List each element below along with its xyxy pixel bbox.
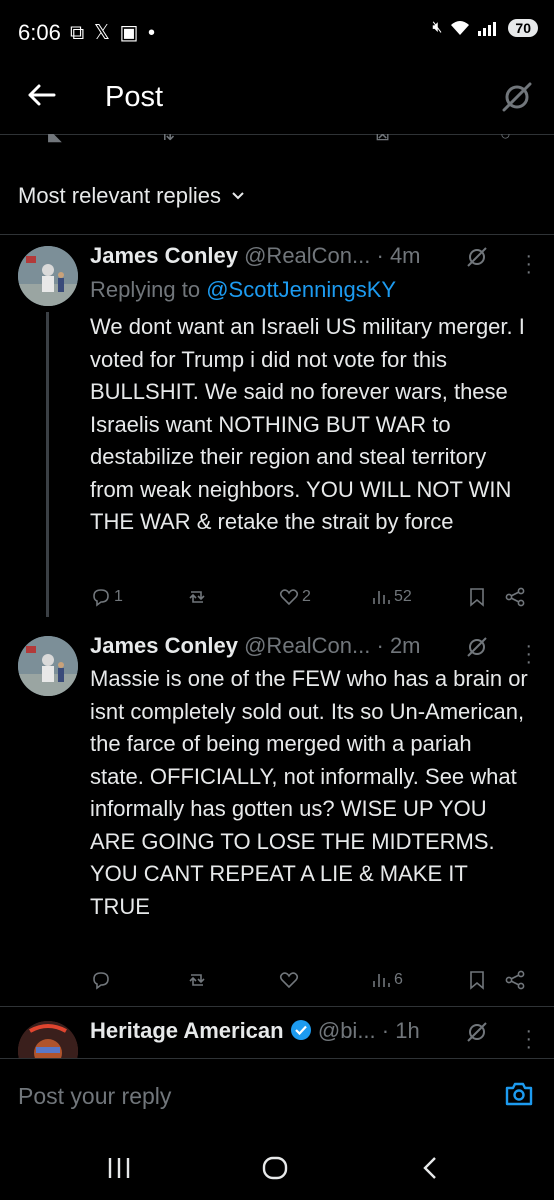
post-time: · 4m bbox=[376, 243, 421, 268]
reply-composer[interactable]: Post your reply bbox=[0, 1058, 554, 1139]
heart-icon bbox=[279, 589, 299, 606]
share-icon[interactable]: ○ bbox=[500, 134, 511, 145]
home-icon[interactable] bbox=[262, 1156, 288, 1180]
avatar-image bbox=[18, 636, 78, 696]
like-button[interactable]: 2 bbox=[278, 586, 311, 608]
repost-button[interactable] bbox=[186, 969, 208, 991]
grok-icon[interactable] bbox=[500, 80, 534, 114]
post-time: · 2m bbox=[376, 633, 421, 658]
recent-apps-icon[interactable] bbox=[106, 1156, 132, 1180]
user-handle[interactable]: @RealCon... bbox=[244, 243, 370, 268]
grok-icon[interactable] bbox=[466, 636, 488, 658]
replying-to: Replying to @ScottJenningsKY bbox=[90, 277, 396, 303]
divider bbox=[0, 234, 554, 235]
reply-icon bbox=[93, 972, 109, 990]
grok-icon[interactable] bbox=[466, 1021, 488, 1043]
share-button[interactable] bbox=[504, 969, 526, 991]
system-navigation-bar bbox=[0, 1138, 554, 1200]
user-handle[interactable]: @RealCon... bbox=[244, 633, 370, 658]
display-name[interactable]: Heritage American bbox=[90, 1018, 284, 1043]
mention-link[interactable]: @ScottJenningsKY bbox=[206, 277, 396, 302]
reply-actions: 6 bbox=[90, 969, 530, 997]
wifi-icon bbox=[451, 21, 470, 35]
reply-actions: 1 2 52 bbox=[90, 586, 530, 614]
share-icon bbox=[505, 587, 525, 607]
x-logo-icon: 𝕏 bbox=[93, 22, 112, 44]
post-time: · 1h bbox=[381, 1018, 420, 1043]
top-bar: Post bbox=[0, 64, 554, 135]
sort-label: Most relevant replies bbox=[18, 183, 221, 208]
avatar-image bbox=[18, 1021, 78, 1058]
reply-sort-dropdown[interactable]: Most relevant replies bbox=[18, 183, 245, 209]
more-options-icon[interactable]: · · · bbox=[525, 1021, 532, 1057]
share-button[interactable] bbox=[504, 586, 526, 608]
more-options-icon[interactable]: · · · bbox=[525, 246, 532, 282]
bookmark-icon bbox=[470, 588, 484, 607]
reply-input[interactable]: Post your reply bbox=[18, 1083, 171, 1110]
avatar[interactable] bbox=[18, 636, 78, 696]
status-bar: 6:06 ⧉ 𝕏 ▣ • 🔇︎ 70 bbox=[0, 0, 554, 64]
reply-header: James Conley @RealCon... · 2m bbox=[90, 633, 421, 659]
heart-icon bbox=[279, 972, 299, 989]
chevron-down-icon bbox=[232, 192, 244, 200]
bookmark-icon bbox=[470, 971, 484, 990]
battery-indicator: 70 bbox=[508, 19, 538, 37]
camera-icon[interactable] bbox=[504, 1079, 534, 1109]
bookmark-button[interactable] bbox=[466, 969, 488, 991]
reply-count: 1 bbox=[114, 588, 123, 605]
reply-icon bbox=[93, 589, 109, 607]
verified-badge-icon bbox=[290, 1020, 311, 1040]
like-count: 2 bbox=[302, 588, 311, 605]
reply-header: James Conley @RealCon... · 4m bbox=[90, 243, 421, 269]
bookmark-icon[interactable]: ⊠ bbox=[375, 134, 390, 145]
back-arrow-icon[interactable] bbox=[24, 78, 58, 112]
views-icon bbox=[373, 591, 390, 604]
repost-icon bbox=[189, 591, 205, 603]
replying-to-label: Replying to bbox=[90, 277, 201, 302]
views-button[interactable]: 52 bbox=[370, 586, 412, 608]
status-system-icons: 🔇︎ 70 bbox=[432, 19, 538, 37]
signal-icon bbox=[478, 22, 497, 36]
share-icon bbox=[505, 970, 525, 990]
repost-button[interactable] bbox=[186, 586, 208, 608]
mute-icon: 🔇︎ bbox=[432, 19, 443, 36]
avatar-image bbox=[18, 246, 78, 306]
bookmark-button[interactable] bbox=[466, 586, 488, 608]
display-name[interactable]: James Conley bbox=[90, 633, 238, 658]
views-button[interactable]: 6 bbox=[370, 969, 403, 991]
reply-partial: Heritage American @bi... · 1h · · · bbox=[0, 1007, 554, 1058]
reply-text: We dont want an Israeli US military merg… bbox=[90, 314, 525, 534]
grok-icon[interactable] bbox=[466, 246, 488, 268]
display-name[interactable]: James Conley bbox=[90, 243, 238, 268]
repost-icon bbox=[189, 974, 205, 986]
page-title: Post bbox=[105, 81, 164, 113]
thread-line bbox=[46, 312, 49, 617]
screenshot-icon: ⧉ bbox=[70, 22, 87, 44]
notification-icon: ▣ bbox=[119, 22, 141, 44]
main-post-actions-partial: ◣ ⇅ ⊠ ○ bbox=[0, 134, 554, 150]
view-count: 52 bbox=[394, 588, 412, 605]
avatar[interactable] bbox=[18, 1021, 78, 1058]
view-count: 6 bbox=[394, 971, 403, 988]
reply-button[interactable] bbox=[90, 969, 114, 991]
reply-text: Massie is one of the FEW who has a brain… bbox=[90, 666, 528, 919]
user-handle[interactable]: @bi... bbox=[318, 1018, 376, 1043]
status-notification-icons: ⧉ 𝕏 ▣ • bbox=[70, 20, 157, 45]
status-time: 6:06 bbox=[18, 20, 61, 45]
reply-header: Heritage American @bi... · 1h bbox=[90, 1018, 420, 1044]
back-icon[interactable] bbox=[420, 1156, 440, 1180]
dot-icon: • bbox=[148, 22, 158, 44]
reply-button[interactable]: 1 bbox=[90, 586, 123, 608]
like-button[interactable] bbox=[278, 969, 302, 991]
repost-icon[interactable]: ⇅ bbox=[160, 134, 175, 145]
avatar[interactable] bbox=[18, 246, 78, 306]
views-icon bbox=[373, 974, 390, 987]
reply-icon[interactable]: ◣ bbox=[48, 134, 62, 145]
